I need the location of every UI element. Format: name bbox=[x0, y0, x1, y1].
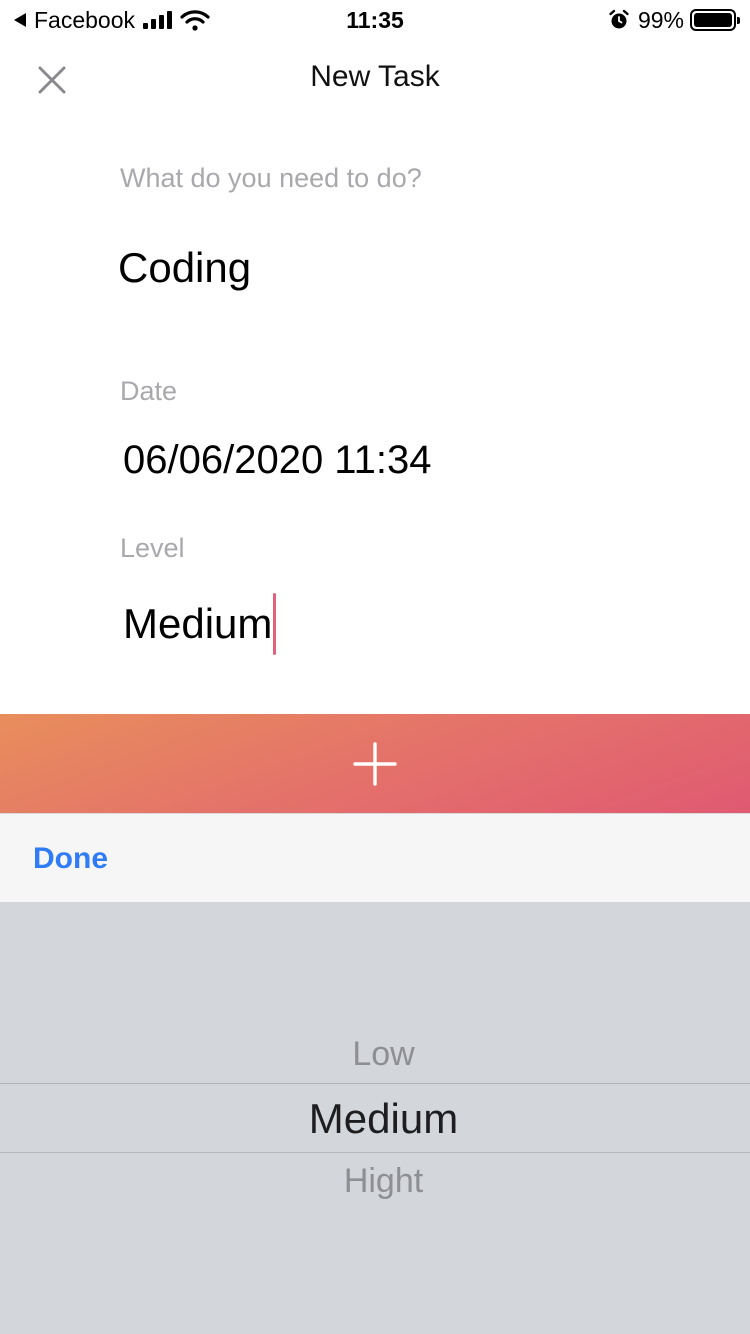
date-label: Date bbox=[120, 376, 178, 406]
alarm-icon bbox=[609, 9, 629, 29]
task-input[interactable] bbox=[118, 240, 678, 296]
level-field[interactable]: Medium bbox=[123, 593, 277, 655]
battery-icon bbox=[690, 9, 740, 31]
level-label: Level bbox=[120, 533, 185, 563]
plus-icon bbox=[353, 742, 397, 786]
level-value: Medium bbox=[123, 600, 273, 647]
picker-option-medium[interactable]: Medium bbox=[0, 1095, 750, 1143]
done-button[interactable]: Done bbox=[33, 842, 108, 876]
picker-toolbar: Done bbox=[0, 813, 750, 902]
text-caret bbox=[273, 593, 277, 655]
status-bar: Facebook 11:35 99% bbox=[0, 0, 750, 40]
page-title: New Task bbox=[310, 60, 440, 93]
level-picker[interactable]: Low Medium Hight bbox=[0, 902, 750, 1334]
new-task-screen: Facebook 11:35 99% New Task What do you … bbox=[0, 0, 750, 1334]
date-field[interactable]: 06/06/2020 11:34 bbox=[123, 438, 431, 483]
picker-option-low[interactable]: Low bbox=[0, 1035, 750, 1074]
picker-selection-bottom-line bbox=[0, 1152, 750, 1153]
picker-option-hight[interactable]: Hight bbox=[0, 1162, 750, 1201]
picker-selection-top-line bbox=[0, 1083, 750, 1084]
task-label: What do you need to do? bbox=[120, 163, 422, 193]
status-right: 99% bbox=[608, 6, 740, 33]
battery-percent: 99% bbox=[637, 6, 684, 33]
